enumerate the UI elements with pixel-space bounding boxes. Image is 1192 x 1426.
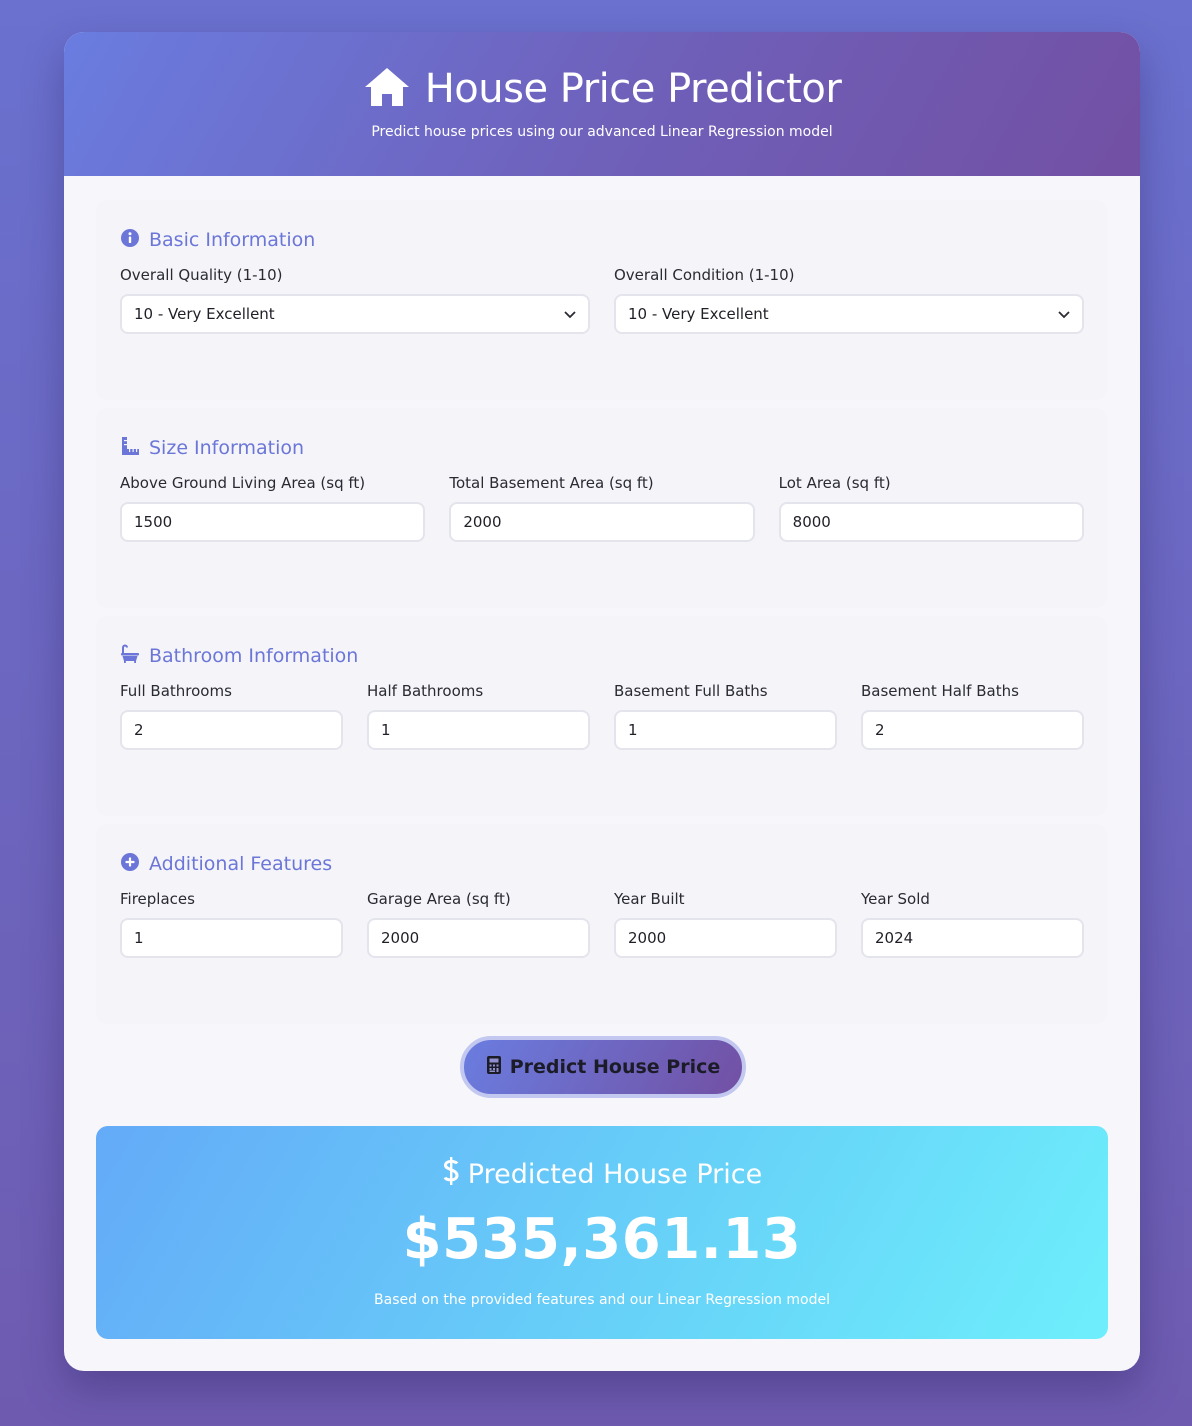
- section-bathroom-information: Bathroom Information Full Bathrooms 2 Ha…: [96, 616, 1108, 816]
- year-sold-label: Year Sold: [861, 890, 930, 908]
- year-built-input[interactable]: 2000: [614, 918, 837, 958]
- basement-area-input[interactable]: 2000: [449, 502, 755, 542]
- basement-half-baths-input[interactable]: 2: [861, 710, 1084, 750]
- section-title: Size Information: [120, 436, 1084, 460]
- bathroom-fields: Full Bathrooms 2 Half Bathrooms 1 Baseme…: [120, 682, 1084, 750]
- section-title: Additional Features: [120, 852, 1084, 876]
- result-title-row: Predicted House Price: [96, 1156, 1108, 1193]
- half-bathrooms-value: 1: [381, 721, 391, 739]
- half-bathrooms-input[interactable]: 1: [367, 710, 590, 750]
- info-circle-icon: [120, 228, 140, 253]
- bath-icon: [120, 644, 140, 669]
- year-built-value: 2000: [628, 929, 667, 947]
- lot-area-value: 8000: [792, 513, 831, 531]
- year-built-field: Year Built 2000: [614, 890, 837, 958]
- fireplaces-field: Fireplaces 1: [120, 890, 343, 958]
- fireplaces-input[interactable]: 1: [120, 918, 343, 958]
- living-area-input[interactable]: 1500: [120, 502, 426, 542]
- basement-area-label: Total Basement Area (sq ft): [449, 474, 654, 492]
- section-heading: Basic Information: [149, 229, 316, 251]
- full-bathrooms-label: Full Bathrooms: [120, 682, 232, 700]
- app-header: House Price Predictor Predict house pric…: [64, 32, 1140, 176]
- basement-area-field: Total Basement Area (sq ft) 2000: [449, 474, 755, 542]
- overall-condition-label: Overall Condition (1-10): [614, 266, 795, 284]
- half-bathrooms-field: Half Bathrooms 1: [367, 682, 590, 750]
- fireplaces-value: 1: [134, 929, 144, 947]
- lot-area-field: Lot Area (sq ft) 8000: [778, 474, 1084, 542]
- lot-area-label: Lot Area (sq ft): [778, 474, 891, 492]
- result-title: Predicted House Price: [467, 1159, 763, 1190]
- lot-area-input[interactable]: 8000: [778, 502, 1084, 542]
- result-panel: Predicted House Price $535,361.13 Based …: [96, 1126, 1108, 1339]
- living-area-value: 1500: [134, 513, 173, 531]
- predictor-card: House Price Predictor Predict house pric…: [64, 32, 1140, 1371]
- garage-area-value: 2000: [381, 929, 420, 947]
- section-heading: Bathroom Information: [149, 645, 359, 667]
- basement-half-baths-field: Basement Half Baths 2: [861, 682, 1084, 750]
- page-title: House Price Predictor: [424, 66, 842, 112]
- basement-full-baths-label: Basement Full Baths: [614, 682, 768, 700]
- dollar-icon: [442, 1156, 460, 1193]
- title-row: House Price Predictor: [64, 66, 1140, 112]
- overall-quality-value: 10 - Very Excellent: [134, 305, 275, 323]
- overall-condition-value: 10 - Very Excellent: [628, 305, 769, 323]
- section-size-information: Size Information Above Ground Living Are…: [96, 408, 1108, 608]
- predict-button[interactable]: Predict House Price: [460, 1036, 746, 1098]
- year-sold-value: 2024: [875, 929, 914, 947]
- predicted-price: $535,361.13: [402, 1207, 802, 1272]
- fireplaces-label: Fireplaces: [120, 890, 195, 908]
- basement-full-baths-input[interactable]: 1: [614, 710, 837, 750]
- basement-full-baths-field: Basement Full Baths 1: [614, 682, 837, 750]
- living-area-label: Above Ground Living Area (sq ft): [120, 474, 366, 492]
- half-bathrooms-label: Half Bathrooms: [367, 682, 484, 700]
- predict-button-label: Predict House Price: [509, 1056, 721, 1078]
- calculator-icon: [486, 1055, 502, 1080]
- full-bathrooms-value: 2: [134, 721, 144, 739]
- additional-fields: Fireplaces 1 Garage Area (sq ft) 2000 Ye…: [120, 890, 1084, 958]
- basement-full-baths-value: 1: [628, 721, 638, 739]
- basement-area-value: 2000: [463, 513, 502, 531]
- year-built-label: Year Built: [614, 890, 685, 908]
- year-sold-input[interactable]: 2024: [861, 918, 1084, 958]
- overall-quality-field: Overall Quality (1-10) 10 - Very Excelle…: [120, 266, 590, 334]
- overall-condition-field: Overall Condition (1-10) 10 - Very Excel…: [614, 266, 1084, 334]
- full-bathrooms-input[interactable]: 2: [120, 710, 343, 750]
- year-sold-field: Year Sold 2024: [861, 890, 1084, 958]
- basement-half-baths-label: Basement Half Baths: [861, 682, 1019, 700]
- chevron-down-icon: [1058, 305, 1070, 323]
- ruler-icon: [120, 436, 140, 461]
- plus-circle-icon: [120, 852, 140, 877]
- overall-condition-select[interactable]: 10 - Very Excellent: [614, 294, 1084, 334]
- basic-fields: Overall Quality (1-10) 10 - Very Excelle…: [120, 266, 1084, 334]
- page-subtitle: Predict house prices using our advanced …: [371, 124, 833, 140]
- home-icon: [363, 66, 411, 112]
- section-title: Basic Information: [120, 228, 1084, 252]
- chevron-down-icon: [564, 305, 576, 323]
- living-area-field: Above Ground Living Area (sq ft) 1500: [120, 474, 426, 542]
- garage-area-field: Garage Area (sq ft) 2000: [367, 890, 590, 958]
- garage-area-input[interactable]: 2000: [367, 918, 590, 958]
- section-title: Bathroom Information: [120, 644, 1084, 668]
- section-heading: Size Information: [149, 437, 305, 459]
- result-note: Based on the provided features and our L…: [374, 1292, 830, 1308]
- overall-quality-label: Overall Quality (1-10): [120, 266, 283, 284]
- size-fields: Above Ground Living Area (sq ft) 1500 To…: [120, 474, 1084, 542]
- garage-area-label: Garage Area (sq ft): [367, 890, 511, 908]
- section-heading: Additional Features: [149, 853, 333, 875]
- full-bathrooms-field: Full Bathrooms 2: [120, 682, 343, 750]
- section-additional-features: Additional Features Fireplaces 1 Garage …: [96, 824, 1108, 1024]
- section-basic-information: Basic Information Overall Quality (1-10)…: [96, 200, 1108, 400]
- basement-half-baths-value: 2: [875, 721, 885, 739]
- overall-quality-select[interactable]: 10 - Very Excellent: [120, 294, 590, 334]
